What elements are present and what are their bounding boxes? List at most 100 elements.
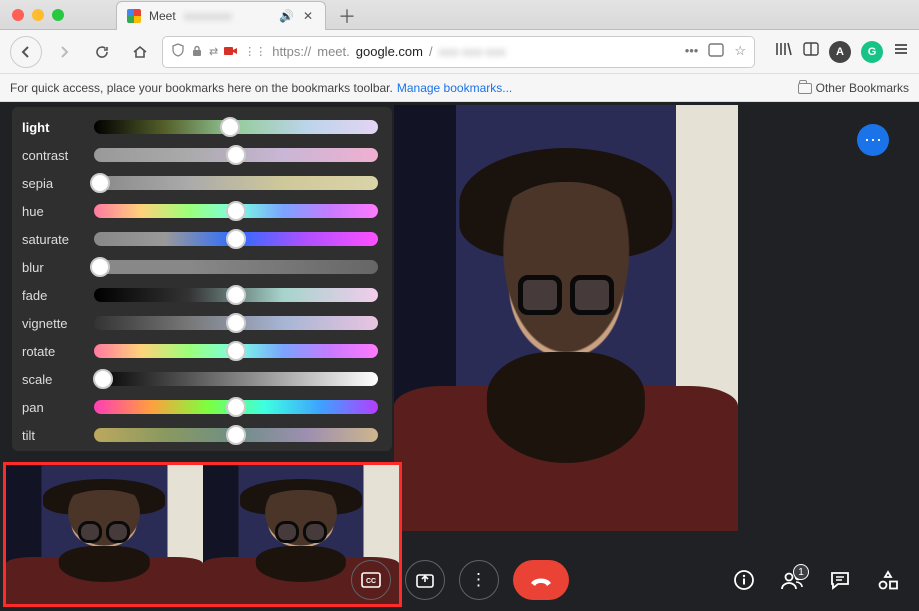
tab-audio-icon[interactable]: 🔊 xyxy=(279,9,293,23)
filter-label: blur xyxy=(22,260,84,275)
browser-tab[interactable]: Meet xxxxxxxx 🔊 ✕ xyxy=(116,1,326,30)
filter-slider-saturate[interactable] xyxy=(94,232,378,246)
filter-slider-rotate[interactable] xyxy=(94,344,378,358)
filter-label: scale xyxy=(22,372,84,387)
more-actions-fab[interactable]: ⋯ xyxy=(857,124,889,156)
account-a-icon[interactable]: A xyxy=(829,41,851,63)
filter-label: tilt xyxy=(22,428,84,443)
other-bookmarks-folder[interactable]: Other Bookmarks xyxy=(798,81,909,95)
people-button[interactable]: 1 xyxy=(779,570,805,590)
lock-icon[interactable] xyxy=(191,44,203,60)
filter-row-contrast: contrast xyxy=(22,141,378,169)
filter-row-light: light xyxy=(22,113,378,141)
slider-thumb[interactable] xyxy=(226,145,246,165)
filter-label: contrast xyxy=(22,148,84,163)
present-button[interactable] xyxy=(405,560,445,600)
slider-thumb[interactable] xyxy=(220,117,240,137)
reload-button[interactable] xyxy=(86,36,118,68)
meeting-details-button[interactable] xyxy=(731,569,757,591)
filter-row-pan: pan xyxy=(22,393,378,421)
camera-indicator-icon[interactable] xyxy=(224,44,238,60)
activities-button[interactable] xyxy=(875,570,901,590)
filter-slider-contrast[interactable] xyxy=(94,148,378,162)
url-path: / xyxy=(429,44,433,59)
maximize-window-button[interactable] xyxy=(52,9,64,21)
toolbar-right: A G xyxy=(761,41,909,63)
slider-thumb[interactable] xyxy=(226,341,246,361)
filter-row-rotate: rotate xyxy=(22,337,378,365)
window-titlebar: Meet xxxxxxxx 🔊 ✕ ＋ xyxy=(0,0,919,30)
tab-title: Meet xyxy=(149,9,176,23)
window-controls xyxy=(0,9,76,29)
filter-label: light xyxy=(22,120,84,135)
minimize-window-button[interactable] xyxy=(32,9,44,21)
slider-thumb[interactable] xyxy=(90,257,110,277)
other-bookmarks-label: Other Bookmarks xyxy=(816,81,909,95)
url-host: google.com xyxy=(356,44,423,59)
slider-thumb[interactable] xyxy=(226,201,246,221)
filter-label: vignette xyxy=(22,316,84,331)
filter-label: pan xyxy=(22,400,84,415)
filter-row-scale: scale xyxy=(22,365,378,393)
close-window-button[interactable] xyxy=(12,9,24,21)
slider-thumb[interactable] xyxy=(90,173,110,193)
hangup-button[interactable] xyxy=(513,560,569,600)
shield-icon[interactable] xyxy=(171,43,185,60)
filter-row-saturate: saturate xyxy=(22,225,378,253)
bookmarks-bar: For quick access, place your bookmarks h… xyxy=(0,74,919,102)
more-options-button[interactable]: ⋮ xyxy=(459,560,499,600)
grammarly-icon[interactable]: G xyxy=(861,41,883,63)
slider-thumb[interactable] xyxy=(226,425,246,445)
slider-thumb[interactable] xyxy=(93,369,113,389)
new-tab-button[interactable]: ＋ xyxy=(334,3,360,29)
filter-slider-hue[interactable] xyxy=(94,204,378,218)
filter-label: rotate xyxy=(22,344,84,359)
filter-row-tilt: tilt xyxy=(22,421,378,449)
site-settings-icon[interactable]: ⋮⋮ xyxy=(244,45,266,58)
chat-button[interactable] xyxy=(827,570,853,590)
reader-mode-icon[interactable] xyxy=(708,43,724,60)
filter-row-vignette: vignette xyxy=(22,309,378,337)
filter-slider-sepia[interactable] xyxy=(94,176,378,190)
filter-slider-pan[interactable] xyxy=(94,400,378,414)
filter-slider-fade[interactable] xyxy=(94,288,378,302)
filter-row-blur: blur xyxy=(22,253,378,281)
filter-label: hue xyxy=(22,204,84,219)
slider-thumb[interactable] xyxy=(226,285,246,305)
slider-thumb[interactable] xyxy=(226,397,246,417)
app-menu-icon[interactable] xyxy=(893,42,909,61)
slider-thumb[interactable] xyxy=(226,229,246,249)
tab-close-button[interactable]: ✕ xyxy=(301,9,315,23)
filter-row-hue: hue xyxy=(22,197,378,225)
filter-label: sepia xyxy=(22,176,84,191)
filter-slider-scale[interactable] xyxy=(94,372,378,386)
filter-slider-blur[interactable] xyxy=(94,260,378,274)
url-prefix: https:// xyxy=(272,44,311,59)
bookmark-star-icon[interactable]: ☆ xyxy=(734,43,746,60)
page-actions-icon[interactable]: ••• xyxy=(685,43,699,60)
filter-slider-light[interactable] xyxy=(94,120,378,134)
address-bar[interactable]: ⇄ ⋮⋮ https:// meet. google.com / xxx-xxx-xx… xyxy=(162,36,755,68)
video-filter-panel: light contrast sepia hue saturate blur fade vig… xyxy=(12,107,392,451)
back-button[interactable] xyxy=(10,36,42,68)
slider-thumb[interactable] xyxy=(226,313,246,333)
filter-slider-vignette[interactable] xyxy=(94,316,378,330)
filter-slider-tilt[interactable] xyxy=(94,428,378,442)
library-icon[interactable] xyxy=(775,41,793,62)
filter-row-sepia: sepia xyxy=(22,169,378,197)
home-button[interactable] xyxy=(124,36,156,68)
filter-label: saturate xyxy=(22,232,84,247)
manage-bookmarks-link[interactable]: Manage bookmarks... xyxy=(397,81,512,95)
filter-label: fade xyxy=(22,288,84,303)
url-path-obscured: xxx-xxx-xxx xyxy=(439,44,506,59)
browser-navbar: ⇄ ⋮⋮ https:// meet. google.com / xxx-xxx-xx… xyxy=(0,30,919,74)
url-host-muted: meet. xyxy=(317,44,350,59)
participant-count-badge: 1 xyxy=(793,564,809,580)
main-video-tile[interactable] xyxy=(394,105,738,531)
call-toolbar: CC ⋮ 1 xyxy=(0,549,919,611)
svg-text:CC: CC xyxy=(365,578,375,585)
tab-title-obscured: xxxxxxxx xyxy=(184,9,232,23)
sidebar-icon[interactable] xyxy=(803,42,819,61)
captions-button[interactable]: CC xyxy=(351,560,391,600)
permissions-icon[interactable]: ⇄ xyxy=(209,45,218,58)
